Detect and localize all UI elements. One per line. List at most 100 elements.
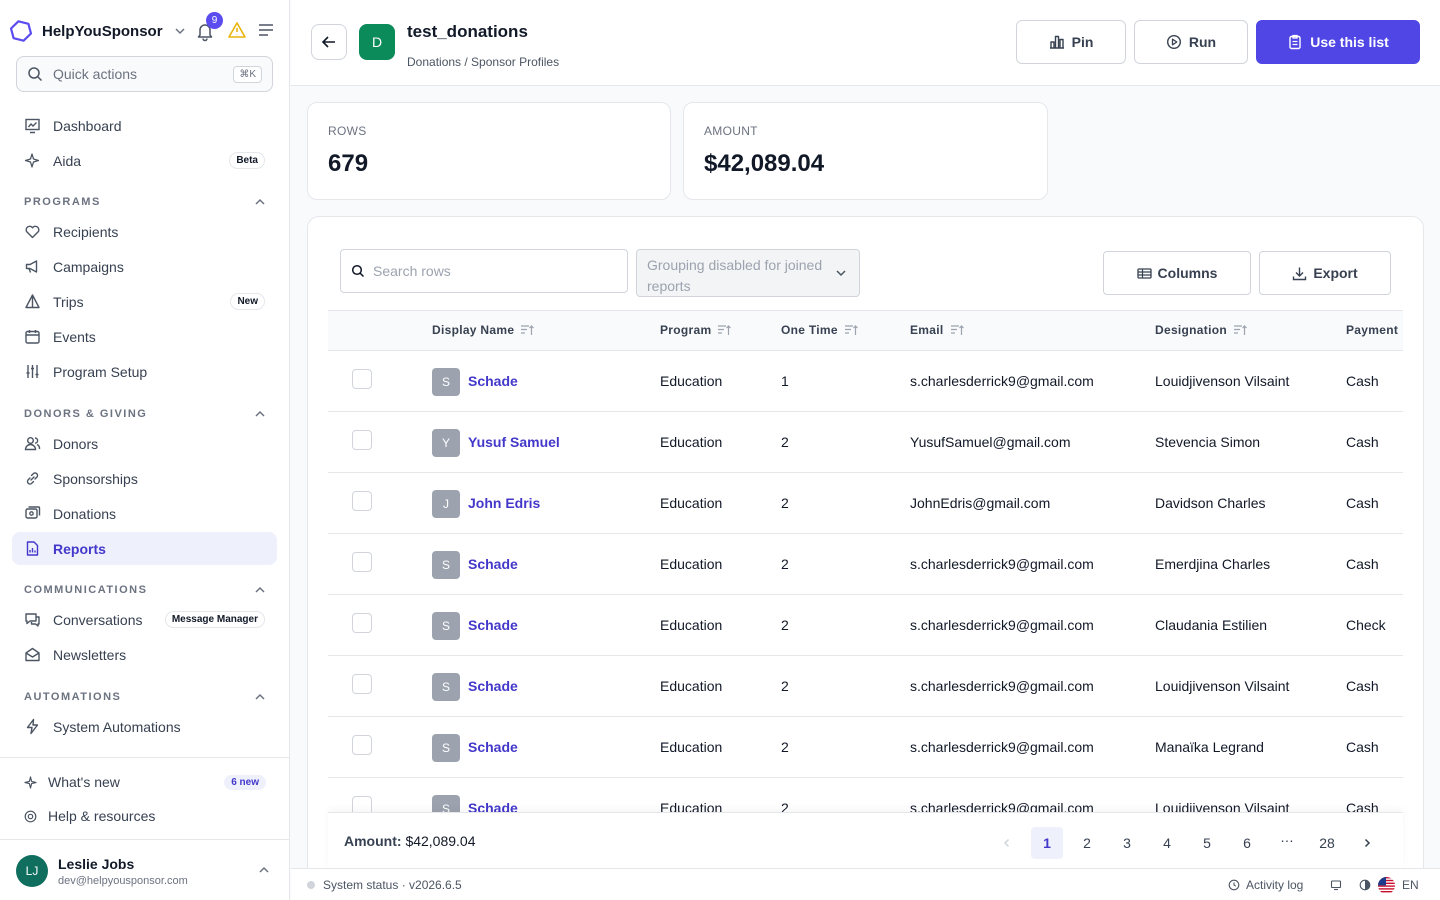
nav-item-events[interactable]: Events	[12, 320, 277, 353]
row-checkbox[interactable]	[352, 796, 372, 813]
one-time-cell: 2	[781, 556, 789, 572]
table-row[interactable]: S Schade Education 2 s.charlesderrick9@g…	[328, 778, 1403, 813]
summary-value: $42,089.04	[405, 833, 476, 849]
monitor-icon[interactable]	[1330, 879, 1342, 891]
nav-item-recipients[interactable]: Recipients	[12, 215, 277, 248]
nav-item-aida[interactable]: Aida Beta	[12, 144, 277, 177]
nav-item-reports[interactable]: Reports	[12, 532, 277, 565]
display-name-link[interactable]: Schade	[468, 678, 518, 694]
page-button[interactable]: 5	[1191, 827, 1223, 859]
user-menu[interactable]: LJ Leslie Jobs dev@helpyousponsor.com	[16, 854, 274, 888]
display-name-link[interactable]: Schade	[468, 617, 518, 633]
table-row[interactable]: J John Edris Education 2 JohnEdris@gmail…	[328, 473, 1403, 534]
help-link[interactable]: Help & resources	[24, 805, 266, 827]
table-row[interactable]: S Schade Education 2 s.charlesderrick9@g…	[328, 595, 1403, 656]
page-button[interactable]: 3	[1111, 827, 1143, 859]
nav-label: System Automations	[53, 718, 181, 735]
display-name-link[interactable]: Schade	[468, 373, 518, 389]
org-switcher[interactable]: HelpYouSponsor	[8, 14, 187, 48]
whats-new-link[interactable]: What's new 6 new	[24, 771, 266, 793]
page-button[interactable]: 4	[1151, 827, 1183, 859]
back-button[interactable]	[311, 24, 347, 60]
section-automations[interactable]: AUTOMATIONS	[24, 689, 266, 705]
export-button[interactable]: Export	[1259, 251, 1391, 295]
brand-logo-icon	[9, 20, 33, 42]
page-button[interactable]: 28	[1311, 827, 1343, 859]
columns-icon	[1136, 267, 1152, 279]
payment-cell: Cash	[1346, 373, 1379, 389]
payment-cell: Cash	[1346, 434, 1379, 450]
language-selector[interactable]: EN	[1402, 878, 1419, 892]
system-status-link[interactable]: System status · v2026.6.5	[323, 878, 462, 892]
next-page-button[interactable]	[1351, 827, 1383, 859]
nav-item-newsletters[interactable]: Newsletters	[12, 638, 277, 671]
quick-actions-input[interactable]: Quick actions ⌘K	[16, 56, 273, 92]
prev-page-button[interactable]	[991, 827, 1023, 859]
page-button[interactable]: 6	[1231, 827, 1263, 859]
search-rows-input[interactable]	[373, 263, 613, 279]
row-checkbox[interactable]	[352, 369, 372, 389]
megaphone-icon	[25, 260, 38, 273]
section-donors-giving[interactable]: DONORS & GIVING	[24, 406, 266, 422]
clipboard-icon	[1289, 34, 1301, 50]
run-button[interactable]: Run	[1134, 20, 1248, 64]
pin-button[interactable]: Pin	[1016, 20, 1126, 64]
display-name-link[interactable]: Yusuf Samuel	[468, 434, 560, 450]
column-header-payment[interactable]: Payment	[1346, 323, 1398, 337]
search-icon	[28, 67, 43, 82]
nav-item-system-automations[interactable]: System Automations	[12, 710, 277, 743]
nav-item-campaigns[interactable]: Campaigns	[12, 250, 277, 283]
search-rows-field[interactable]	[340, 249, 628, 293]
table-row[interactable]: S Schade Education 2 s.charlesderrick9@g…	[328, 534, 1403, 595]
row-checkbox[interactable]	[352, 552, 372, 572]
column-header-email[interactable]: Email	[910, 323, 964, 337]
columns-button[interactable]: Columns	[1103, 251, 1251, 295]
chevron-up-icon	[255, 693, 265, 700]
column-header-one-time[interactable]: One Time	[781, 323, 858, 337]
table-row[interactable]: S Schade Education 1 s.charlesderrick9@g…	[328, 351, 1403, 412]
dashboard-icon	[25, 118, 40, 134]
chevron-up-icon	[255, 410, 265, 417]
display-name-link[interactable]: John Edris	[468, 495, 540, 511]
section-communications[interactable]: COMMUNICATIONS	[24, 582, 266, 598]
breadcrumb: Donations / Sponsor Profiles	[407, 55, 560, 69]
nav-item-donors[interactable]: Donors	[12, 427, 277, 460]
column-header-program[interactable]: Program	[660, 323, 732, 337]
nav-item-trips[interactable]: Trips New	[12, 285, 277, 318]
us-flag-icon[interactable]	[1378, 877, 1395, 894]
nav-label: Dashboard	[53, 117, 122, 134]
columns-label: Columns	[1157, 265, 1218, 281]
menu-icon[interactable]	[257, 21, 275, 39]
column-header-designation[interactable]: Designation	[1155, 323, 1247, 337]
row-checkbox[interactable]	[352, 735, 372, 755]
page-button[interactable]: 2	[1071, 827, 1103, 859]
nav-item-sponsorships[interactable]: Sponsorships	[12, 462, 277, 495]
message-manager-badge: Message Manager	[164, 611, 265, 628]
nav-item-dashboard[interactable]: Dashboard	[12, 109, 277, 142]
table-row[interactable]: Y Yusuf Samuel Education 2 YusufSamuel@g…	[328, 412, 1403, 473]
email-cell: s.charlesderrick9@gmail.com	[910, 373, 1094, 389]
row-checkbox[interactable]	[352, 613, 372, 633]
sort-icon	[521, 325, 535, 335]
page-button[interactable]: 1	[1031, 827, 1063, 859]
nav-item-conversations[interactable]: Conversations Message Manager	[12, 603, 277, 636]
nav-item-program-setup[interactable]: Program Setup	[12, 355, 277, 388]
section-title: AUTOMATIONS	[24, 691, 122, 703]
pin-label: Pin	[1071, 34, 1094, 50]
table-row[interactable]: S Schade Education 2 s.charlesderrick9@g…	[328, 656, 1403, 717]
display-name-link[interactable]: Schade	[468, 556, 518, 572]
section-programs[interactable]: PROGRAMS	[24, 194, 266, 210]
row-avatar: Y	[432, 429, 460, 457]
table-row[interactable]: S Schade Education 2 s.charlesderrick9@g…	[328, 717, 1403, 778]
warning-icon[interactable]	[227, 20, 247, 40]
row-checkbox[interactable]	[352, 430, 372, 450]
display-name-link[interactable]: Schade	[468, 739, 518, 755]
activity-log-link[interactable]: Activity log	[1228, 878, 1303, 892]
nav-item-donations[interactable]: Donations	[12, 497, 277, 530]
row-checkbox[interactable]	[352, 674, 372, 694]
theme-icon[interactable]	[1359, 879, 1371, 891]
row-checkbox[interactable]	[352, 491, 372, 511]
column-header-display-name[interactable]: Display Name	[432, 323, 535, 337]
use-this-list-button[interactable]: Use this list	[1256, 20, 1420, 64]
grouping-select[interactable]: Grouping disabled for joined reports	[636, 249, 860, 297]
